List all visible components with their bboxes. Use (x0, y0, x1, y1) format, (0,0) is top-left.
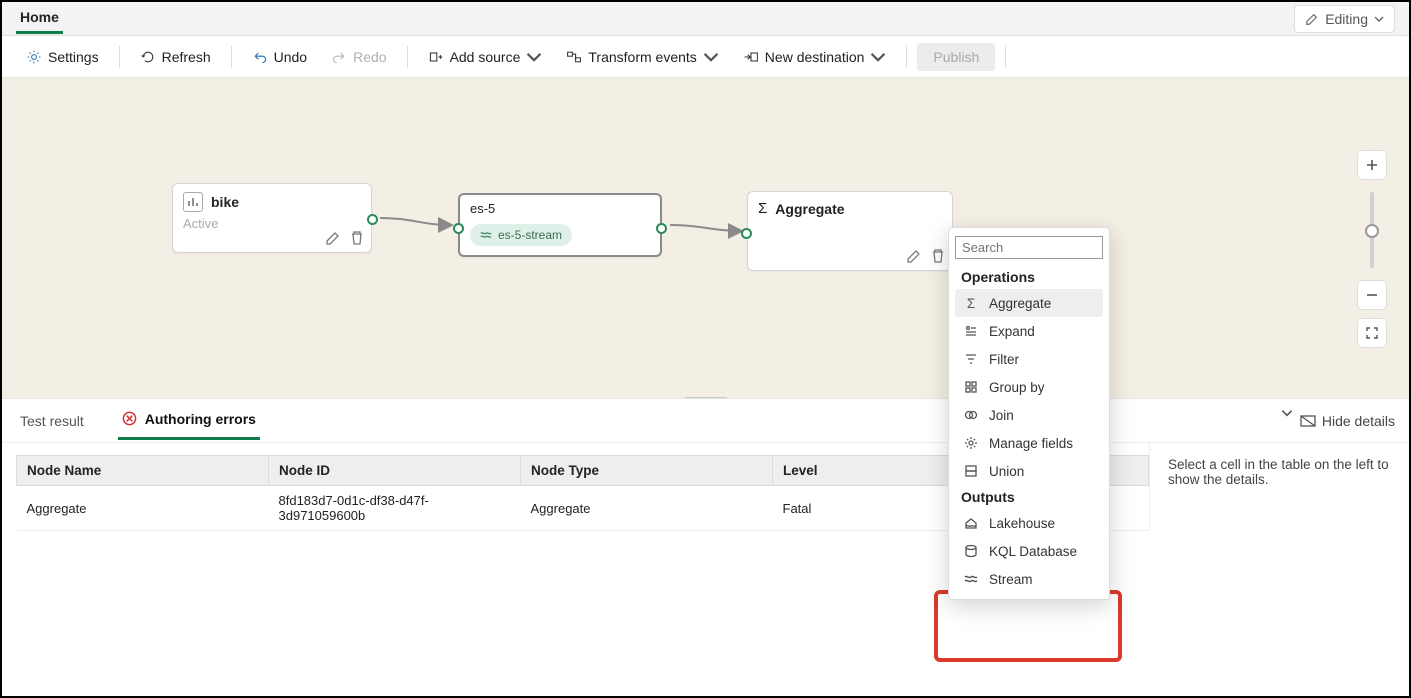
node-es5-stream-chip[interactable]: es-5-stream (470, 224, 572, 246)
details-placeholder: Select a cell in the table on the left t… (1149, 443, 1409, 531)
delete-icon[interactable] (349, 230, 365, 246)
operations-header: Operations (955, 265, 1103, 289)
gear-icon (26, 49, 42, 65)
edit-icon[interactable] (325, 230, 341, 246)
canvas[interactable]: bike Active es-5 es-5-stream Σ Aggregate (2, 78, 1409, 398)
refresh-button[interactable]: Refresh (130, 43, 221, 71)
menu-item-stream[interactable]: Stream (955, 565, 1103, 593)
menu-item-lakehouse[interactable]: Lakehouse (955, 509, 1103, 537)
menu-item-filter[interactable]: Filter (955, 345, 1103, 373)
pencil-icon (1305, 12, 1319, 26)
output-port[interactable] (367, 214, 378, 225)
database-icon (963, 543, 979, 559)
menu-item-manage-fields[interactable]: Manage fields (955, 429, 1103, 457)
join-icon (963, 407, 979, 423)
node-bike[interactable]: bike Active (172, 183, 372, 253)
destination-icon (743, 49, 759, 65)
edit-icon[interactable] (906, 248, 922, 264)
chevron-down-icon (703, 49, 719, 65)
menu-item-union[interactable]: Union (955, 457, 1103, 485)
output-port[interactable] (656, 223, 667, 234)
node-es5[interactable]: es-5 es-5-stream (458, 193, 662, 257)
add-source-button[interactable]: Add source (418, 43, 553, 71)
editing-mode-dropdown[interactable]: Editing (1294, 5, 1395, 33)
col-node-id[interactable]: Node ID (269, 456, 521, 486)
chart-icon (183, 192, 203, 212)
zoom-slider[interactable] (1370, 192, 1374, 268)
transform-menu: Operations Σ Aggregate Expand Filter Gro… (948, 227, 1110, 600)
new-destination-button[interactable]: New destination (733, 43, 897, 71)
lakehouse-icon (963, 515, 979, 531)
group-icon (963, 379, 979, 395)
tab-home[interactable]: Home (16, 3, 63, 34)
mode-label: Editing (1325, 11, 1368, 27)
menu-item-kql-database[interactable]: KQL Database (955, 537, 1103, 565)
input-port[interactable] (741, 228, 752, 239)
refresh-icon (140, 49, 156, 65)
error-icon (122, 411, 141, 427)
menu-item-expand[interactable]: Expand (955, 317, 1103, 345)
transform-events-button[interactable]: Transform events (556, 43, 728, 71)
search-input[interactable] (955, 236, 1103, 259)
panel-resize-handle[interactable] (684, 397, 728, 398)
toolbar: Settings Refresh Undo Redo Add source Tr… (2, 36, 1409, 78)
node-aggregate-title: Aggregate (775, 201, 844, 217)
expand-icon (963, 323, 979, 339)
zoom-in-button[interactable] (1357, 150, 1387, 180)
node-bike-title: bike (211, 194, 239, 210)
node-aggregate[interactable]: Σ Aggregate (747, 191, 953, 271)
menu-item-join[interactable]: Join (955, 401, 1103, 429)
menu-item-group-by[interactable]: Group by (955, 373, 1103, 401)
sigma-icon: Σ (758, 200, 767, 217)
chevron-down-icon (1374, 14, 1384, 24)
transform-icon (566, 49, 582, 65)
zoom-out-button[interactable] (1357, 280, 1387, 310)
outputs-header: Outputs (955, 485, 1103, 509)
chevron-down-icon (526, 49, 542, 65)
stream-icon (963, 571, 979, 587)
fields-icon (963, 435, 979, 451)
undo-icon (252, 49, 268, 65)
node-es5-title: es-5 (470, 201, 495, 216)
redo-icon (331, 49, 347, 65)
tab-authoring-errors[interactable]: Authoring errors (118, 401, 260, 440)
tab-test-result[interactable]: Test result (16, 403, 88, 439)
menu-item-aggregate[interactable]: Σ Aggregate (955, 289, 1103, 317)
highlight-box (934, 590, 1122, 662)
delete-icon[interactable] (930, 248, 946, 264)
redo-button: Redo (321, 43, 396, 71)
collapse-icon (1300, 415, 1316, 427)
cell-node-name[interactable]: Aggregate (17, 486, 269, 531)
sigma-icon: Σ (963, 295, 979, 311)
cell-node-id[interactable]: 8fd183d7-0d1c-df38-d47f-3d971059600b (269, 486, 521, 531)
col-node-type[interactable]: Node Type (521, 456, 773, 486)
add-source-icon (428, 49, 444, 65)
publish-button: Publish (917, 43, 995, 71)
undo-button[interactable]: Undo (242, 43, 317, 71)
zoom-handle[interactable] (1365, 224, 1379, 238)
hide-details-button[interactable]: Hide details (1280, 413, 1395, 429)
chevron-down-icon (870, 49, 886, 65)
settings-button[interactable]: Settings (16, 43, 109, 71)
chevron-down-icon (1280, 406, 1294, 420)
stream-icon (480, 229, 492, 241)
input-port[interactable] (453, 223, 464, 234)
col-node-name[interactable]: Node Name (17, 456, 269, 486)
fit-view-button[interactable] (1357, 318, 1387, 348)
cell-node-type[interactable]: Aggregate (521, 486, 773, 531)
filter-icon (963, 351, 979, 367)
union-icon (963, 463, 979, 479)
